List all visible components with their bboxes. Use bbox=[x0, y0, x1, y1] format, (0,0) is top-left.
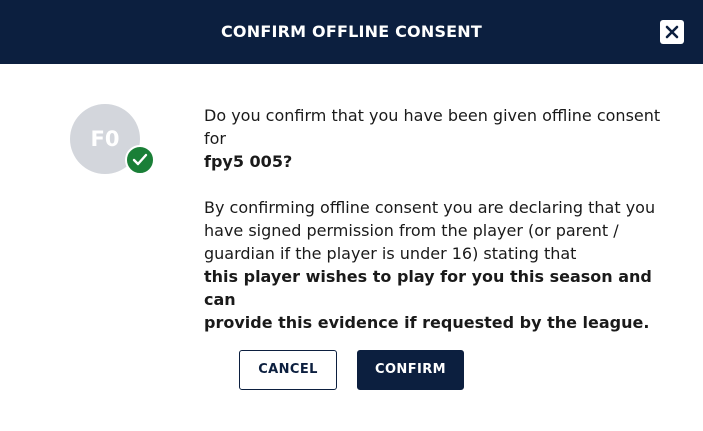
offline-consent-dialog: CONFIRM OFFLINE CONSENT F0 Do you confir… bbox=[0, 0, 703, 431]
declaration-line-1: By confirming offline consent you are de… bbox=[204, 198, 656, 217]
question-line-1: Do you confirm that you have been given … bbox=[204, 106, 661, 125]
confirm-button[interactable]: CONFIRM bbox=[357, 350, 464, 390]
declaration-line-2: have signed permission from the player (… bbox=[204, 221, 619, 240]
dialog-header: CONFIRM OFFLINE CONSENT bbox=[0, 0, 703, 64]
check-icon bbox=[132, 153, 148, 166]
verified-badge bbox=[125, 145, 155, 175]
declaration-line-3: guardian if the player is under 16) stat… bbox=[204, 244, 577, 263]
player-name: fpy5 005? bbox=[204, 152, 293, 171]
declaration-bold-line-1: this player wishes to play for you this … bbox=[204, 267, 652, 309]
dialog-title: CONFIRM OFFLINE CONSENT bbox=[220, 22, 483, 41]
close-icon bbox=[665, 25, 679, 39]
dialog-message: Do you confirm that you have been given … bbox=[204, 104, 674, 334]
close-button[interactable] bbox=[660, 20, 684, 44]
question-line-2: for bbox=[204, 129, 226, 148]
declaration-bold-line-2: provide this evidence if requested by th… bbox=[204, 313, 650, 332]
cancel-button[interactable]: CANCEL bbox=[239, 350, 337, 390]
